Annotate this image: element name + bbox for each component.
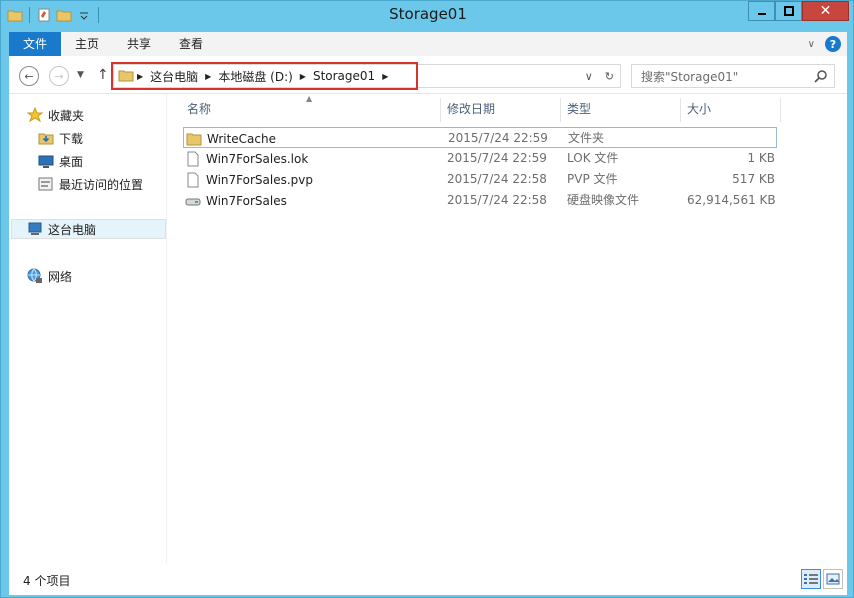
file-name: WriteCache bbox=[207, 131, 276, 146]
close-icon: ✕ bbox=[819, 3, 832, 19]
sidebar-item-recent[interactable]: 最近访问的位置 bbox=[38, 174, 143, 194]
sidebar-item-this-pc[interactable]: 这台电脑 bbox=[11, 219, 166, 239]
help-icon[interactable]: ? bbox=[825, 36, 841, 52]
folder-icon bbox=[186, 131, 202, 147]
back-arrow-icon: ← bbox=[24, 69, 34, 83]
column-header-date[interactable]: 修改日期 bbox=[441, 98, 561, 122]
file-name: Win7ForSales bbox=[206, 193, 287, 208]
sidebar-item-label: 最近访问的位置 bbox=[59, 177, 144, 192]
tab-file[interactable]: 文件 bbox=[9, 32, 62, 56]
file-date: 2015/7/24 22:59 bbox=[448, 131, 548, 145]
computer-icon bbox=[27, 221, 43, 237]
file-row[interactable]: WriteCache 2015/7/24 22:59 文件夹 bbox=[183, 127, 777, 148]
file-type: PVP 文件 bbox=[567, 172, 618, 186]
sidebar-item-label: 网络 bbox=[48, 269, 73, 284]
file-row[interactable]: Win7ForSales.lok 2015/7/24 22:59 LOK 文件 … bbox=[183, 148, 777, 169]
star-icon bbox=[26, 106, 44, 123]
navigation-pane: 收藏夹 下载 桌面 最近访问的位置 这台电脑 网络 bbox=[9, 94, 167, 563]
close-button[interactable]: ✕ bbox=[802, 1, 849, 21]
file-size bbox=[688, 128, 776, 149]
file-icon bbox=[185, 172, 201, 188]
recent-locations-dropdown[interactable]: ▼ bbox=[77, 70, 84, 80]
ribbon-tabs: 文件 主页 共享 查看 ∨ ? bbox=[9, 32, 847, 56]
sidebar-item-label: 这台电脑 bbox=[48, 222, 97, 237]
search-placeholder: 搜索"Storage01" bbox=[641, 69, 739, 84]
maximize-button[interactable] bbox=[775, 1, 802, 21]
search-input[interactable]: 搜索"Storage01" bbox=[631, 64, 835, 88]
forward-button[interactable]: → bbox=[49, 66, 69, 86]
column-header-name[interactable]: 名称 bbox=[181, 98, 441, 122]
file-list: ▲ 名称 修改日期 类型 大小 WriteCache 2015/7/24 22:… bbox=[175, 94, 847, 563]
file-row[interactable]: Win7ForSales.pvp 2015/7/24 22:58 PVP 文件 … bbox=[183, 169, 777, 190]
explorer-window: Storage01 ✕ 文件 主页 共享 查看 ∨ ? ← → ▼ ↑ ▶ 这台… bbox=[0, 0, 854, 598]
sidebar-item-label: 桌面 bbox=[59, 154, 84, 169]
main-area: 收藏夹 下载 桌面 最近访问的位置 这台电脑 网络 ▲ 名称 修改日期 类型 大… bbox=[9, 94, 847, 563]
window-controls: ✕ bbox=[748, 1, 849, 21]
up-button[interactable]: ↑ bbox=[97, 67, 109, 83]
file-name: Win7ForSales.pvp bbox=[206, 172, 314, 187]
sidebar-item-downloads[interactable]: 下载 bbox=[38, 128, 83, 148]
disk-image-icon bbox=[185, 193, 201, 209]
status-bar: 4 个项目 bbox=[9, 563, 847, 595]
minimize-icon bbox=[757, 13, 766, 15]
file-date: 2015/7/24 22:58 bbox=[447, 172, 547, 186]
column-header-type[interactable]: 类型 bbox=[561, 98, 681, 122]
file-size: 517 KB bbox=[732, 172, 775, 186]
file-name: Win7ForSales.lok bbox=[206, 151, 309, 166]
file-size: 62,914,561 KB bbox=[687, 193, 776, 207]
breadcrumb-highlight-box bbox=[111, 62, 418, 90]
details-view-icon bbox=[804, 574, 818, 584]
large-icons-view-icon bbox=[826, 573, 840, 585]
view-switcher bbox=[801, 569, 843, 589]
address-dropdown-icon[interactable]: ∨ bbox=[585, 70, 593, 83]
tab-view[interactable]: 查看 bbox=[165, 32, 217, 56]
sidebar-item-favorites[interactable]: 收藏夹 bbox=[26, 105, 85, 125]
recent-places-icon bbox=[38, 176, 54, 192]
search-icon bbox=[814, 70, 827, 83]
downloads-icon bbox=[38, 130, 54, 146]
back-button[interactable]: ← bbox=[19, 66, 39, 86]
details-view-button[interactable] bbox=[801, 569, 821, 589]
file-type: 文件夹 bbox=[568, 131, 605, 145]
file-size: 1 KB bbox=[747, 151, 775, 165]
file-date: 2015/7/24 22:59 bbox=[447, 151, 547, 165]
file-type: LOK 文件 bbox=[567, 151, 619, 165]
desktop-icon bbox=[38, 153, 54, 169]
forward-arrow-icon: → bbox=[54, 69, 64, 83]
sidebar-item-network[interactable]: 网络 bbox=[27, 266, 72, 286]
title-bar: Storage01 ✕ bbox=[1, 1, 854, 31]
window-title: Storage01 bbox=[389, 5, 467, 23]
item-count: 4 个项目 bbox=[23, 574, 71, 588]
file-type: 硬盘映像文件 bbox=[567, 193, 640, 207]
maximize-icon bbox=[783, 6, 794, 16]
network-icon bbox=[27, 268, 43, 284]
file-row[interactable]: Win7ForSales 2015/7/24 22:58 硬盘映像文件 62,9… bbox=[183, 190, 777, 211]
refresh-icon[interactable]: ↻ bbox=[605, 70, 614, 83]
expand-ribbon-icon[interactable]: ∨ bbox=[808, 39, 815, 50]
column-header-size[interactable]: 大小 bbox=[681, 98, 781, 122]
tab-home[interactable]: 主页 bbox=[61, 32, 113, 56]
sidebar-item-desktop[interactable]: 桌面 bbox=[38, 151, 83, 171]
sidebar-item-label: 收藏夹 bbox=[48, 108, 85, 123]
file-icon bbox=[185, 151, 201, 167]
minimize-button[interactable] bbox=[748, 1, 775, 21]
sidebar-item-label: 下载 bbox=[59, 131, 84, 146]
large-icons-view-button[interactable] bbox=[823, 569, 843, 589]
file-date: 2015/7/24 22:58 bbox=[447, 193, 547, 207]
tab-share[interactable]: 共享 bbox=[113, 32, 165, 56]
